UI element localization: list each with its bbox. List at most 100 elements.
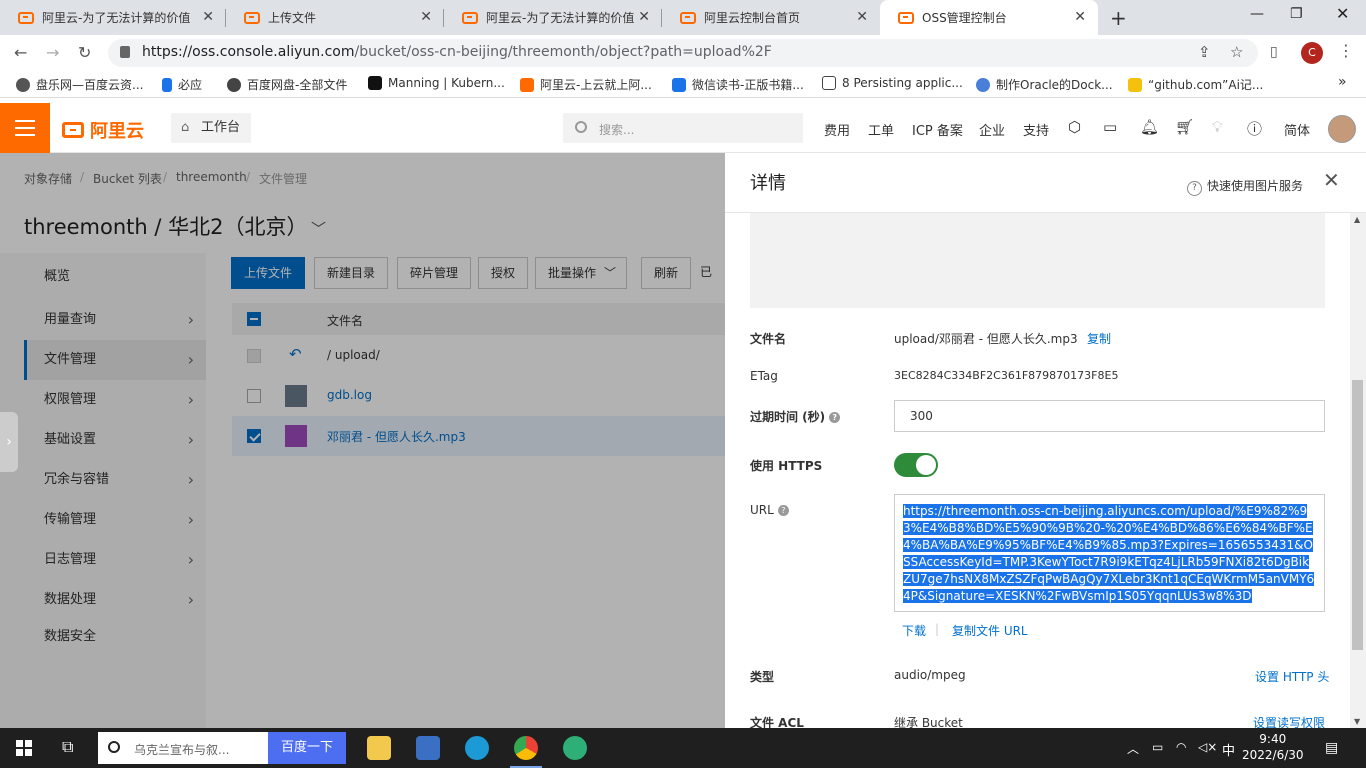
table-row-parent[interactable]: ↶ / upload/ — [232, 336, 725, 376]
refresh-button[interactable]: 刷新 — [641, 257, 692, 289]
browser-tab[interactable]: 阿里云-为了无法计算的价值 ✕ — [444, 0, 662, 35]
quick-image-service-link[interactable]: 快速使用图片服务 — [1187, 177, 1303, 196]
expire-seconds-input[interactable]: 300 — [894, 400, 1325, 432]
close-tab-icon[interactable]: ✕ — [856, 9, 868, 25]
reload-icon[interactable]: ↻ — [78, 43, 91, 62]
restore-icon[interactable]: ❐ — [1290, 6, 1303, 22]
table-row[interactable]: gdb.log — [232, 376, 725, 416]
browser-tab-active[interactable]: OSS管理控制台 ✕ — [880, 0, 1098, 35]
batch-operations-dropdown[interactable]: 批量操作 ﹀ — [535, 257, 628, 289]
task-view-icon[interactable]: ⧉ — [62, 737, 73, 757]
bookmark-item[interactable]: 8 Persisting applic... — [822, 76, 963, 90]
taskbar-search-input[interactable]: 乌克兰宣布与叙... — [98, 732, 268, 764]
upload-file-button[interactable]: 上传文件 — [231, 257, 306, 289]
breadcrumb-item[interactable]: Bucket 列表 — [93, 170, 162, 187]
chevron-down-icon[interactable]: ﹀ — [311, 220, 326, 238]
nav-link-support[interactable]: 支持 — [1023, 120, 1049, 139]
battery-icon[interactable]: ▭ — [1152, 740, 1163, 754]
workbench-button[interactable]: 工作台 — [171, 113, 251, 143]
aliyun-logo[interactable]: 阿里云 — [62, 117, 144, 143]
fragment-manage-button[interactable]: 碎片管理 — [397, 257, 472, 289]
edge-browser-icon[interactable] — [465, 736, 489, 760]
more-bookmarks-icon[interactable]: » — [1338, 74, 1347, 90]
back-icon[interactable]: ← — [14, 43, 27, 62]
browser-tab[interactable]: 上传文件 ✕ — [226, 0, 444, 35]
authorize-button[interactable]: 授权 — [478, 257, 529, 289]
ime-indicator[interactable]: 中 — [1222, 740, 1235, 759]
new-tab-button[interactable]: + — [1110, 6, 1127, 30]
language-switch[interactable]: 简体 — [1284, 120, 1310, 139]
help-icon[interactable]: ? — [829, 412, 841, 423]
nav-link-icp[interactable]: ICP 备案 — [912, 120, 963, 139]
terminal-icon[interactable]: ▭ — [1103, 118, 1117, 136]
volume-icon[interactable]: ◁× — [1198, 740, 1217, 754]
bookmark-item[interactable]: 必应 — [162, 76, 202, 93]
sidebar-item-overview[interactable]: 概览 — [24, 257, 206, 297]
system-clock[interactable]: 9:40 2022/6/30 — [1242, 731, 1304, 763]
copy-url-link[interactable]: 复制文件 URL — [952, 622, 1028, 639]
bookmark-item[interactable]: 阿里云-上云就上阿... — [520, 76, 652, 93]
help-icon[interactable]: ⓘ — [1247, 118, 1262, 139]
cart-icon[interactable]: 🛒︎ — [1175, 118, 1194, 136]
browser-tab[interactable]: 阿里云-为了无法计算的价值 ✕ — [0, 0, 226, 35]
new-directory-button[interactable]: 新建目录 — [314, 257, 389, 289]
share-icon[interactable]: ⇪ — [1198, 43, 1211, 61]
browser-tab[interactable]: 阿里云控制台首页 ✕ — [662, 0, 880, 35]
sidebar-item-usage[interactable]: 用量查询 › — [24, 300, 206, 340]
side-panel-icon[interactable]: ▯ — [1270, 44, 1278, 60]
minimize-icon[interactable]: — — [1250, 6, 1264, 22]
row-checkbox[interactable] — [247, 389, 261, 403]
file-explorer-icon[interactable] — [367, 736, 391, 760]
bookmark-item[interactable]: 制作Oracle的Dock... — [976, 76, 1113, 93]
bookmark-item[interactable]: 百度网盘-全部文件 — [227, 76, 347, 93]
bookmark-item[interactable]: 盘乐网—百度云资... — [16, 76, 143, 93]
notification-center-icon[interactable]: ▤ — [1325, 740, 1338, 756]
sidebar-item-transfer[interactable]: 传输管理 › — [24, 500, 206, 540]
kubernetes-app-icon[interactable] — [563, 736, 587, 760]
user-avatar[interactable] — [1328, 115, 1356, 143]
windows-start-icon[interactable] — [16, 740, 32, 756]
https-toggle[interactable] — [894, 453, 938, 477]
file-name-link[interactable]: gdb.log — [327, 388, 372, 402]
profile-avatar[interactable]: C — [1301, 42, 1323, 64]
sidebar-item-data-security[interactable]: 数据安全 — [24, 617, 206, 657]
cloud-shell-icon[interactable]: ⬡ — [1068, 118, 1081, 136]
drawer-scrollbar[interactable]: ▲ ▼ — [1350, 213, 1366, 728]
sidebar-item-logs[interactable]: 日志管理 › — [24, 540, 206, 580]
baidu-search-button[interactable]: 百度一下 — [268, 732, 346, 764]
copy-filename-link[interactable]: 复制 — [1087, 330, 1111, 347]
forward-icon[interactable]: → — [46, 43, 59, 62]
notification-bell-icon[interactable]: 🔔︎ — [1140, 118, 1159, 136]
bookmark-item[interactable]: “github.com”Ai记... — [1128, 76, 1263, 93]
menu-hamburger-icon[interactable] — [0, 103, 50, 153]
sidebar-item-permissions[interactable]: 权限管理 › — [24, 380, 206, 420]
bookmark-star-icon[interactable]: ☆ — [1230, 43, 1243, 61]
close-tab-icon[interactable]: ✕ — [202, 9, 214, 25]
bookmark-item[interactable]: Manning | Kubern... — [368, 76, 505, 90]
url-bar[interactable]: https://oss.console.aliyun.com/bucket/os… — [108, 39, 1258, 67]
console-search-input[interactable]: 搜索... — [563, 113, 803, 143]
collapse-sidebar-handle[interactable]: › — [0, 412, 18, 472]
nav-link-billing[interactable]: 费用 — [824, 120, 850, 139]
tray-expand-icon[interactable]: ︿ — [1127, 740, 1139, 757]
help-icon[interactable]: ? — [777, 505, 789, 516]
bookmark-item[interactable]: 微信读书-正版书籍... — [672, 76, 804, 93]
lightbulb-icon[interactable]: 💡︎ — [1212, 118, 1223, 136]
select-all-checkbox[interactable] — [247, 312, 261, 326]
browser-menu-icon[interactable]: ⋮ — [1338, 41, 1354, 60]
nav-link-enterprise[interactable]: 企业 — [979, 120, 1005, 139]
set-http-header-link[interactable]: 设置 HTTP 头 — [1255, 668, 1329, 685]
sidebar-item-data-processing[interactable]: 数据处理 › — [24, 580, 206, 620]
file-name-link[interactable]: 邓丽君 - 但愿人长久.mp3 — [327, 428, 466, 445]
url-textarea[interactable]: https://threemonth.oss-cn-beijing.aliyun… — [894, 494, 1325, 612]
window-close-icon[interactable]: ✕ — [1336, 4, 1349, 23]
nav-link-tickets[interactable]: 工单 — [868, 120, 894, 139]
chrome-browser-icon[interactable] — [510, 736, 542, 768]
sidebar-item-basic-settings[interactable]: 基础设置 › — [24, 420, 206, 460]
parent-dir-link[interactable]: / upload/ — [327, 348, 380, 362]
sidebar-item-redundancy[interactable]: 冗余与容错 › — [24, 460, 206, 500]
wifi-icon[interactable]: ◠ — [1176, 740, 1186, 754]
close-tab-icon[interactable]: ✕ — [638, 9, 650, 25]
table-row-selected[interactable]: 邓丽君 - 但愿人长久.mp3 — [232, 416, 725, 456]
close-tab-icon[interactable]: ✕ — [420, 9, 432, 25]
